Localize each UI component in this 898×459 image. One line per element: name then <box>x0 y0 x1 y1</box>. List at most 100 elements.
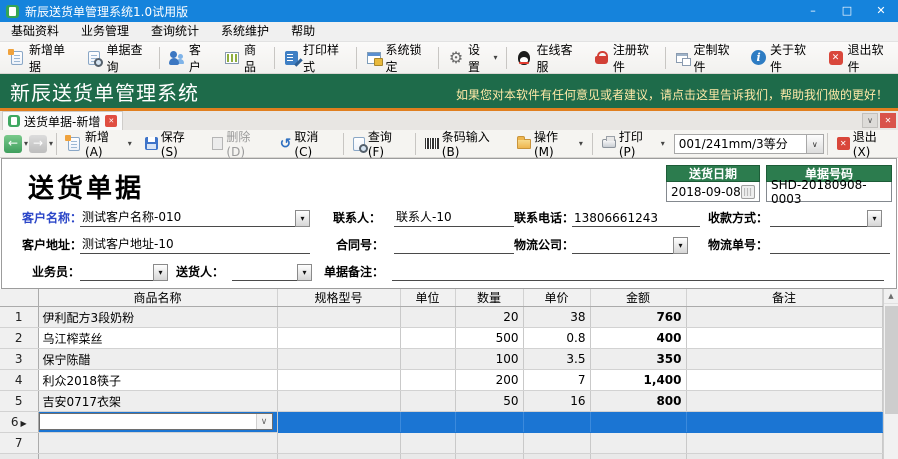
salesman-combobox[interactable]: ▾ <box>80 263 168 281</box>
cell-remark[interactable] <box>686 432 883 454</box>
cell-amount[interactable]: 400 <box>590 327 687 349</box>
delivery-date-field[interactable]: 2018-09-08 <box>666 182 760 202</box>
calendar-icon[interactable] <box>741 184 755 199</box>
cell-spec[interactable] <box>277 327 401 349</box>
window-close-icon[interactable]: ✕ <box>864 0 898 22</box>
cell-price[interactable] <box>523 411 591 433</box>
logistics-company-combobox[interactable]: ▾ <box>572 236 688 254</box>
column-header-remark[interactable]: 备注 <box>686 289 883 307</box>
menu-system-maintenance[interactable]: 系统维护 <box>210 22 280 41</box>
cell-qty[interactable]: 500 <box>455 327 524 349</box>
cell-spec[interactable] <box>277 306 401 328</box>
column-header-qty[interactable]: 数量 <box>455 289 524 307</box>
maximize-icon[interactable]: □ <box>830 0 864 22</box>
forward-dropdown-icon[interactable]: ▾ <box>49 139 53 148</box>
cell-spec[interactable] <box>277 369 401 391</box>
barcode-input-button[interactable]: 条码输入(B) <box>419 130 510 159</box>
cell-remark[interactable] <box>686 306 883 328</box>
feedback-link[interactable]: 如果您对本软件有任何意见或者建议，请点击这里告诉我们，帮助我们做的更好！ <box>456 86 888 108</box>
minimize-icon[interactable]: – <box>796 0 830 22</box>
doc-delete-button[interactable]: 删除(D) <box>206 130 272 159</box>
back-dropdown-icon[interactable]: ▾ <box>24 139 28 148</box>
table-row[interactable]: 3 保宁陈醋 100 3.5 350 <box>0 348 883 370</box>
system-lock-button[interactable]: 系统锁定 <box>359 43 436 74</box>
cell-product-name[interactable]: 伊利配方3段奶粉 <box>38 306 278 328</box>
doc-query-button[interactable]: 查询(F) <box>347 130 412 159</box>
salesman-dropdown-icon[interactable]: ▾ <box>153 264 168 281</box>
cell-qty[interactable]: 100 <box>455 348 524 370</box>
doc-new-button[interactable]: 新增(A) ▾ <box>60 130 138 159</box>
tab-list-dropdown-icon[interactable]: ∨ <box>862 113 878 128</box>
cell-remark[interactable] <box>686 411 883 433</box>
address-field[interactable]: 测试客户地址-10 <box>80 236 310 254</box>
contract-field[interactable] <box>394 236 514 254</box>
cell-price[interactable]: 38 <box>523 306 591 328</box>
forward-arrow-icon[interactable]: → <box>29 134 48 153</box>
cell-amount[interactable]: 1,400 <box>590 369 687 391</box>
menu-basic-data[interactable]: 基础资料 <box>0 22 70 41</box>
table-row[interactable]: 4 利众2018筷子 200 7 1,400 <box>0 369 883 391</box>
print-format-combobox[interactable]: 001/241mm/3等分 ∨ <box>673 133 824 154</box>
print-style-button[interactable]: 打印样式 <box>277 43 354 74</box>
print-format-dropdown-icon[interactable]: ∨ <box>806 133 824 154</box>
cell-unit[interactable] <box>400 390 456 412</box>
cell-amount[interactable] <box>590 432 687 454</box>
doc-save-button[interactable]: 保存(S) <box>139 130 206 159</box>
cell-spec[interactable] <box>277 348 401 370</box>
cell-price[interactable] <box>523 432 591 454</box>
register-software-button[interactable]: 注册软件 <box>587 43 664 74</box>
cell-product-name[interactable]: 乌江榨菜丝 <box>38 327 278 349</box>
logistics-no-field[interactable] <box>770 236 890 254</box>
column-header-spec[interactable]: 规格型号 <box>277 289 401 307</box>
payment-dropdown-icon[interactable]: ▾ <box>867 210 882 227</box>
cell-product-name[interactable]: 保宁陈醋 <box>38 348 278 370</box>
custom-software-button[interactable]: 定制软件 <box>668 43 744 74</box>
table-row[interactable]: 2 乌江榨菜丝 500 0.8 400 <box>0 327 883 349</box>
vertical-scrollbar[interactable]: ▲ <box>882 289 898 459</box>
cell-spec[interactable] <box>277 432 401 454</box>
cell-amount[interactable] <box>590 411 687 433</box>
doc-exit-button[interactable]: ✕ 退出(X) <box>831 130 898 159</box>
cell-qty[interactable]: 200 <box>455 369 524 391</box>
cell-amount[interactable]: 350 <box>590 348 687 370</box>
delivery-person-dropdown-icon[interactable]: ▾ <box>297 264 312 281</box>
scrollbar-thumb[interactable] <box>884 306 898 414</box>
column-header-unit[interactable]: 单位 <box>400 289 456 307</box>
new-order-button[interactable]: 新增单据 <box>2 43 79 74</box>
empty-row[interactable]: 7 <box>0 432 883 454</box>
tab-bar-close-icon[interactable]: ✕ <box>880 113 896 128</box>
cell-qty[interactable] <box>455 411 524 433</box>
product-select-dropdown-icon[interactable]: ∨ <box>255 414 272 429</box>
cell-qty[interactable]: 20 <box>455 306 524 328</box>
contact-field[interactable]: 联系人-10 <box>394 209 514 227</box>
cell-remark[interactable] <box>686 348 883 370</box>
about-software-button[interactable]: i 关于软件 <box>744 43 821 74</box>
online-service-button[interactable]: 在线客服 <box>509 43 586 74</box>
cell-amount[interactable]: 800 <box>590 390 687 412</box>
cell-spec[interactable] <box>277 411 401 433</box>
scroll-up-icon[interactable]: ▲ <box>883 289 898 304</box>
column-header-price[interactable]: 单价 <box>523 289 591 307</box>
delivery-person-combobox[interactable]: ▾ <box>232 263 312 281</box>
logistics-company-dropdown-icon[interactable]: ▾ <box>673 237 688 254</box>
settings-button[interactable]: ⚙ 设置 ▾ <box>441 43 504 74</box>
cell-unit[interactable] <box>400 432 456 454</box>
doc-cancel-button[interactable]: ↺ 取消(C) <box>274 130 340 159</box>
exit-software-button[interactable]: ✕ 退出软件 <box>821 43 898 74</box>
cell-amount[interactable]: 760 <box>590 306 687 328</box>
cell-unit[interactable] <box>400 306 456 328</box>
cell-unit[interactable] <box>400 327 456 349</box>
cell-price[interactable]: 7 <box>523 369 591 391</box>
cell-unit[interactable] <box>400 348 456 370</box>
product-name-edit-cell[interactable]: ∨ <box>38 411 278 433</box>
order-query-button[interactable]: 单据查询 <box>79 43 156 74</box>
column-header-product-name[interactable]: 商品名称 <box>38 289 278 307</box>
customers-button[interactable]: 客户 <box>162 43 217 74</box>
menu-help[interactable]: 帮助 <box>280 22 326 41</box>
cell-remark[interactable] <box>686 369 883 391</box>
doc-remark-field[interactable] <box>392 263 884 281</box>
cell-price[interactable]: 0.8 <box>523 327 591 349</box>
cell-unit[interactable] <box>400 369 456 391</box>
print-button[interactable]: 打印(P) ▾ <box>596 130 671 159</box>
table-row[interactable]: 5 吉安0717衣架 50 16 800 <box>0 390 883 412</box>
